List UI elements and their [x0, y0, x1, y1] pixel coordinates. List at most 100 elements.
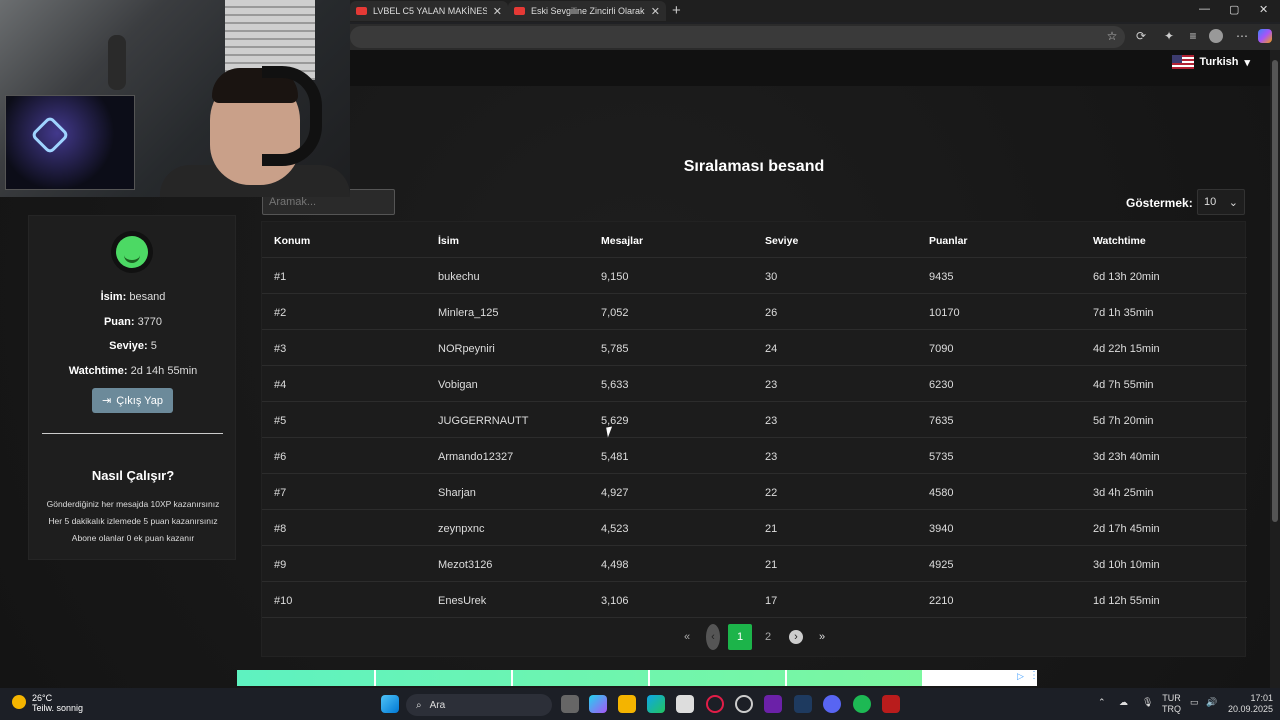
column-header[interactable]: Seviye	[765, 235, 798, 247]
table-cell: 7d 1h 35min	[1093, 307, 1154, 319]
task-view-icon[interactable]	[561, 695, 579, 713]
opera-icon[interactable]	[706, 695, 724, 713]
table-cell: 7635	[929, 415, 954, 427]
steam-icon[interactable]	[794, 695, 812, 713]
more-menu-icon[interactable]: ⋯	[1235, 29, 1249, 43]
volume-icon[interactable]: 🔊	[1206, 697, 1217, 708]
close-tab-icon[interactable]: ✕	[493, 5, 502, 18]
table-cell: 4,498	[601, 559, 629, 571]
next-page-button[interactable]: ›	[789, 630, 803, 644]
close-tab-icon[interactable]: ✕	[651, 5, 660, 18]
browser-tab-2[interactable]: Eski Sevgiline Zincirli Olarak 30 G ✕	[508, 1, 666, 21]
column-header[interactable]: İsim	[438, 235, 459, 247]
extensions-icon[interactable]: ✦	[1162, 29, 1176, 43]
favorites-icon[interactable]: ≡	[1186, 29, 1200, 43]
time: 17:01	[1250, 693, 1274, 703]
column-header[interactable]: Puanlar	[929, 235, 968, 247]
table-row: #3 NORpeyniri 5,785 24 7090 4d 22h 15min	[262, 330, 1247, 366]
copilot-taskbar-icon[interactable]	[589, 695, 607, 713]
table-cell: #9	[274, 559, 287, 571]
file-explorer-icon[interactable]	[618, 695, 636, 713]
close-window-button[interactable]: ✕	[1259, 3, 1268, 16]
column-header[interactable]: Watchtime	[1093, 235, 1146, 247]
chevron-up-icon[interactable]: ⌃	[1098, 697, 1106, 708]
prev-page-button[interactable]: ‹	[706, 624, 720, 650]
table-cell: 4925	[929, 559, 954, 571]
how-it-works-title: Nasıl Çalışır?	[91, 468, 175, 483]
refresh-extension-icon[interactable]: ⟳	[1134, 29, 1148, 43]
ad-menu-icon[interactable]: ⋮	[1029, 670, 1039, 681]
ad-banner[interactable]: ▷ ⋮	[237, 670, 1039, 686]
page-1-button[interactable]: 1	[728, 624, 752, 650]
voice-meeter-icon[interactable]	[882, 695, 900, 713]
table-cell: 21	[765, 523, 778, 535]
table-row: #4 Vobigan 5,633 23 6230 4d 7h 55min	[262, 366, 1247, 402]
minimize-button[interactable]: —	[1199, 3, 1210, 15]
points-value: 3770	[137, 316, 163, 328]
table-cell: 24	[765, 343, 778, 355]
watchtime-label: Watchtime:	[68, 365, 128, 377]
weather-widget[interactable]: 26°C Teilw. sonnig	[12, 693, 83, 713]
search-label: Ara	[429, 699, 446, 711]
new-tab-button[interactable]: +	[672, 2, 681, 19]
profile-avatar-icon[interactable]	[1209, 29, 1223, 43]
search-icon: ⌕	[416, 699, 422, 711]
column-header[interactable]: Mesajlar	[601, 235, 643, 247]
network-icon[interactable]: ▭	[1190, 697, 1199, 708]
table-cell: 23	[765, 415, 778, 427]
discord-icon[interactable]	[823, 695, 841, 713]
avatar	[111, 231, 153, 273]
table-cell: NORpeyniri	[438, 343, 495, 355]
edge-icon[interactable]	[647, 695, 665, 713]
next-app-icon[interactable]	[764, 695, 782, 713]
language-selector[interactable]: Turkish ▾	[1171, 55, 1250, 69]
page-scrollbar[interactable]	[1270, 50, 1280, 688]
ad-separator	[374, 670, 376, 686]
level-label: Seviye:	[109, 340, 148, 352]
clock[interactable]: 17:01 20.09.2025	[1228, 693, 1273, 715]
name-value: besand	[129, 291, 166, 303]
page-2-button[interactable]: 2	[760, 624, 776, 650]
rule-text: Abone olanlar 0 ek puan kazanır	[71, 533, 195, 543]
table-cell: 6d 13h 20min	[1093, 271, 1160, 283]
table-cell: 2210	[929, 595, 954, 607]
rule-text: Gönderdiğiniz her mesajda 10XP kazanırsı…	[46, 499, 220, 509]
table-cell: 2d 17h 45min	[1093, 523, 1160, 535]
favorite-star-icon[interactable]: ☆	[1105, 29, 1119, 43]
browser-tab-1[interactable]: LVBEL C5 YALAN MAKİNESİNDE! | ✕	[350, 1, 508, 21]
table-cell: #5	[274, 415, 287, 427]
logout-button[interactable]: ⇥ Çıkış Yap	[92, 388, 173, 413]
column-header[interactable]: Konum	[274, 235, 310, 247]
windows-start-icon[interactable]	[381, 695, 399, 713]
spotify-icon[interactable]	[853, 695, 871, 713]
ad-choices-icon[interactable]: ▷	[1017, 671, 1024, 682]
weather-sun-icon	[12, 695, 26, 709]
table-cell: #6	[274, 451, 287, 463]
profile-level: Seviye: 5	[29, 340, 237, 352]
points-label: Puan:	[103, 316, 135, 328]
table-cell: 4d 7h 55min	[1093, 379, 1154, 391]
app-icon[interactable]	[735, 695, 753, 713]
taskbar-search[interactable]: ⌕ Ara	[406, 694, 552, 716]
page-size-value: 10	[1204, 196, 1217, 208]
copilot-icon[interactable]	[1258, 29, 1272, 43]
first-page-button[interactable]: «	[680, 624, 694, 650]
address-bar[interactable]	[350, 26, 1125, 48]
scrollbar-thumb[interactable]	[1272, 60, 1278, 522]
input-language[interactable]: TUR TRQ	[1162, 693, 1181, 715]
last-page-button[interactable]: »	[815, 624, 829, 650]
cloud-icon[interactable]: ☁	[1119, 697, 1128, 708]
maximize-button[interactable]: ▢	[1229, 3, 1239, 16]
ad-banner-image	[237, 670, 922, 686]
table-cell: #3	[274, 343, 287, 355]
table-cell: 4580	[929, 487, 954, 499]
table-cell: Armando12327	[438, 451, 514, 463]
pagination: « ‹ 1 2 › »	[262, 624, 1247, 654]
table-cell: 6230	[929, 379, 954, 391]
page-size-select[interactable]: 10 ⌄	[1197, 189, 1245, 215]
microphone-icon[interactable]: 🎙	[1142, 697, 1153, 708]
windows-taskbar: 26°C Teilw. sonnig ⌕ Ara ⌃ ☁ 🎙 TUR TRQ ▭ 🔊…	[0, 688, 1280, 720]
table-cell: #10	[274, 595, 293, 607]
rule-text: Her 5 dakikalık izlemede 5 puan kazanırs…	[48, 516, 218, 526]
store-icon[interactable]	[676, 695, 694, 713]
